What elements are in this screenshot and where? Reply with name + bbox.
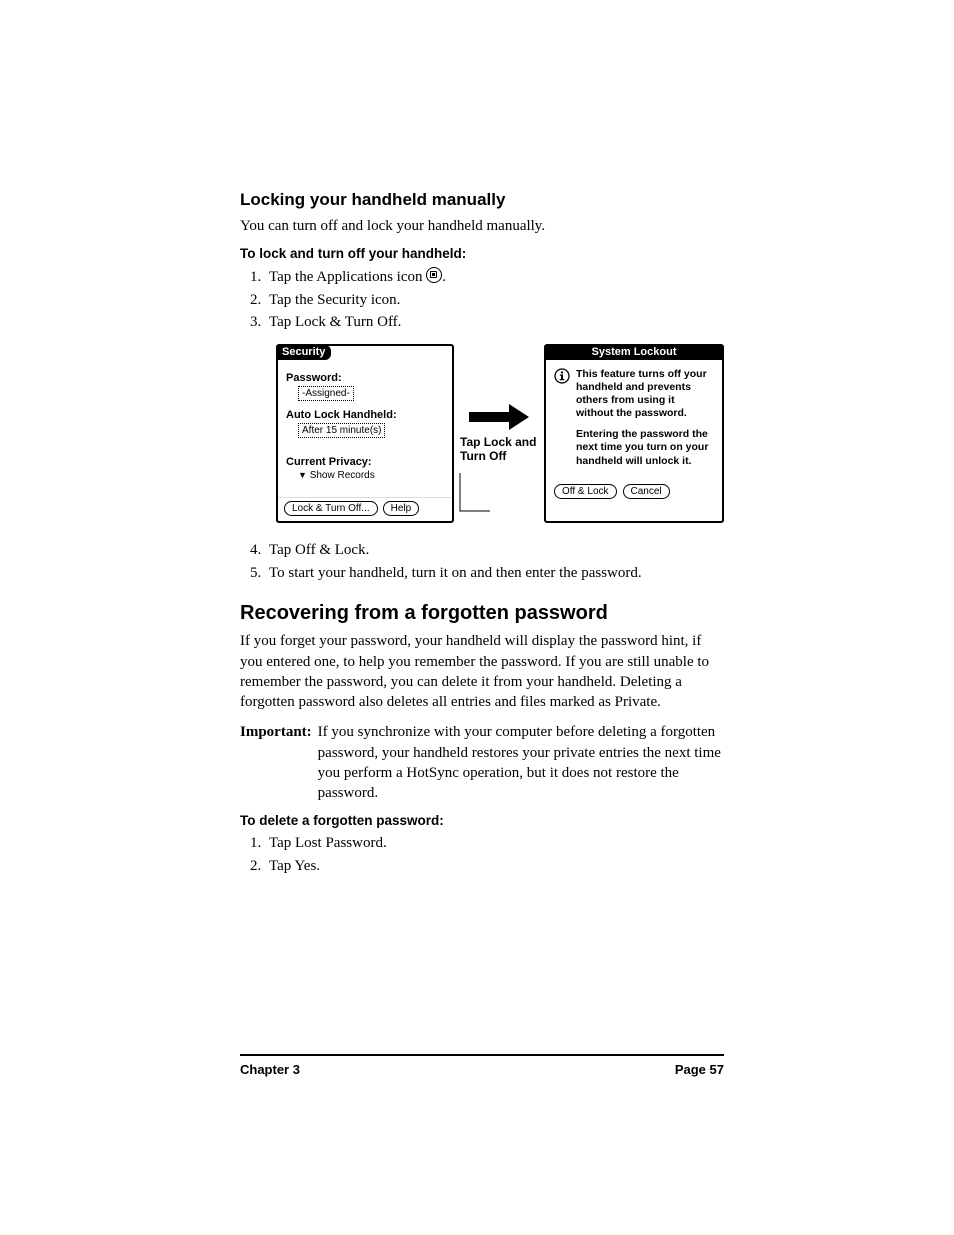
recovering-paragraph: If you forget your password, your handhe… [240,631,724,712]
password-value[interactable]: -Assigned- [298,386,354,401]
procedure-title-lock: To lock and turn off your handheld: [240,246,724,261]
footer-page: Page 57 [675,1062,724,1077]
security-panel-title: Security [277,345,331,360]
step-2: Tap the Security icon. [265,289,724,312]
lock-turn-off-button[interactable]: Lock & Turn Off... [284,501,378,517]
section-heading-recovering: Recovering from a forgotten password [240,602,724,625]
procedure-list-delete: Tap Lost Password. Tap Yes. [240,832,724,877]
autolock-value[interactable]: After 15 minute(s) [298,423,385,438]
caret-down-icon: ▼ [298,470,307,480]
arrow-right-icon [469,404,529,430]
lockout-text: This feature turns off your handheld and… [576,368,714,476]
page-footer: Chapter 3 Page 57 [240,1054,724,1077]
arrow-caption: Tap Lock and Turn Off [460,436,538,464]
info-icon [554,368,570,476]
procedure-list-b: Tap Off & Lock. To start your handheld, … [240,539,724,584]
step-1-text: Tap the Applications icon [269,269,423,285]
step-5: To start your handheld, turn it on and t… [265,562,724,585]
step-4: Tap Off & Lock. [265,539,724,562]
figure-lock-screens: Security Password: -Assigned- Auto Lock … [276,344,724,524]
autolock-label: Auto Lock Handheld: [286,409,444,421]
applications-icon [426,267,442,283]
footer-chapter: Chapter 3 [240,1062,300,1077]
important-note: Important: If you synchronize with your … [240,722,724,803]
cancel-button[interactable]: Cancel [623,484,670,500]
privacy-selector[interactable]: ▼ Show Records [298,470,444,481]
important-text: If you synchronize with your computer be… [318,722,724,803]
lockout-para2: Entering the password the next time you … [576,428,714,467]
important-label: Important: [240,722,312,803]
intro-paragraph: You can turn off and lock your handheld … [240,216,724,236]
lockout-para1: This feature turns off your handheld and… [576,368,714,421]
security-panel: Security Password: -Assigned- Auto Lock … [276,344,454,524]
help-button[interactable]: Help [383,501,420,517]
password-label: Password: [286,372,444,384]
section-heading-locking: Locking your handheld manually [240,190,724,210]
arrow-column: Tap Lock and Turn Off [460,344,538,524]
step-1-suffix: . [442,269,446,285]
step-3: Tap Lock & Turn Off. [265,311,724,334]
delete-step-1: Tap Lost Password. [265,832,724,855]
system-lockout-panel: System Lockout This feature turns off yo… [544,344,724,524]
privacy-label: Current Privacy: [286,456,444,468]
callout-line [456,471,494,517]
privacy-value: Show Records [310,470,375,481]
procedure-list-a: Tap the Applications icon . Tap the Secu… [240,265,724,334]
procedure-title-delete: To delete a forgotten password: [240,813,724,828]
lockout-title: System Lockout [545,345,723,360]
step-1: Tap the Applications icon . [265,265,724,289]
off-and-lock-button[interactable]: Off & Lock [554,484,617,500]
delete-step-2: Tap Yes. [265,855,724,878]
